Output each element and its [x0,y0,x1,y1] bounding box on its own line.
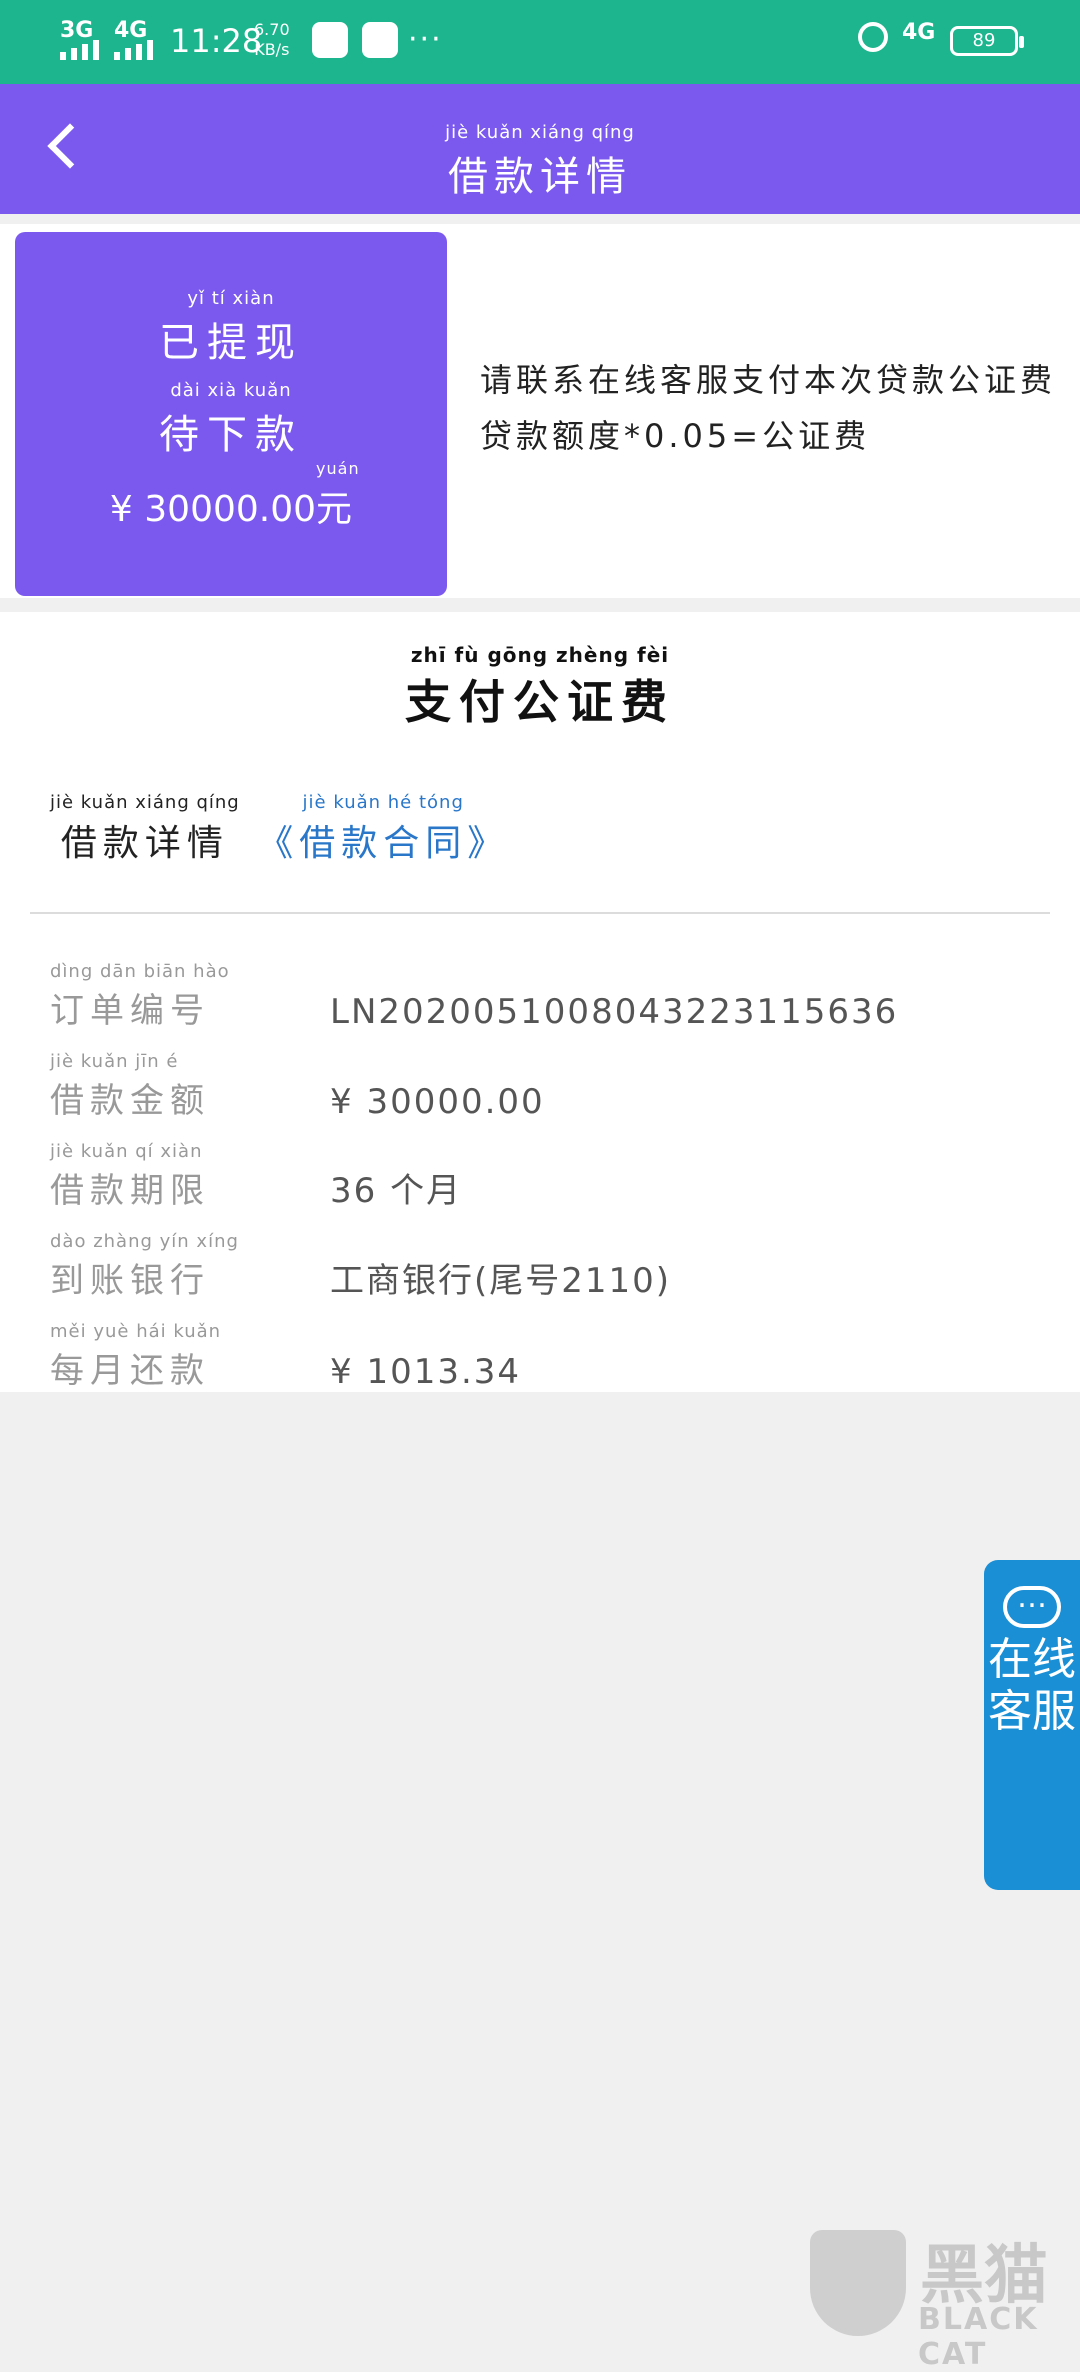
cat-shield-icon [810,2230,906,2336]
loan-detail-pinyin: jiè kuǎn xiáng qíng [50,792,240,813]
detail-label-pinyin: měi yuè hái kuǎn [50,1321,222,1342]
detail-row-loan-term: jiè kuǎn qí xiàn 借款期限 36 个月 [50,1132,462,1212]
contract-pinyin: jiè kuǎn hé tóng [302,792,464,813]
loan-amount-value: ¥ 30000.00 [109,489,317,530]
detail-label: jiè kuǎn qí xiàn 借款期限 [50,1141,330,1212]
app-header: jiè kuǎn xiáng qíng 借款详情 [0,84,1080,214]
pending-status-text: 待下款 [159,412,303,458]
detail-row-receiving-bank: dào zhàng yín xíng 到账银行 工商银行(尾号2110) [50,1222,671,1302]
detail-row-monthly-repayment: měi yuè hái kuǎn 每月还款 ¥ 1013.34 [50,1312,521,1392]
watermark: 黑猫 BLACK CAT [810,2230,1070,2372]
detail-label-pinyin: jiè kuǎn jīn é [50,1051,179,1072]
detail-value: ¥ 30000.00 [330,1082,545,1122]
withdrawn-status: yǐ tí xiàn 已提现 [15,288,447,368]
unit: 元 [316,489,353,530]
more-notifications-icon: ··· [408,22,443,57]
detail-label-text: 借款期限 [50,1171,210,1211]
network-type: 4G [902,20,936,45]
page-title: jiè kuǎn xiáng qíng 借款详情 [0,122,1080,202]
online-service-label-line2: 客服 [988,1686,1076,1737]
detail-label-pinyin: jiè kuǎn qí xiàn [50,1141,203,1162]
detail-label-text: 每月还款 [50,1351,210,1391]
pay-title-pinyin: zhī fù gōng zhèng fèi [410,643,670,667]
status-bar: 3G 4G 11:28 6.70 KB/s ··· 4G 89 [0,0,1080,84]
pay-notarization-fee-title: zhī fù gōng zhèng fèi 支付公证费 [0,644,1080,732]
detail-label: dào zhàng yín xíng 到账银行 [50,1231,330,1302]
page-title-text: 借款详情 [448,154,632,200]
detail-label-text: 到账银行 [50,1261,210,1301]
online-service-button[interactable]: 在线 客服 [984,1560,1080,1890]
loan-contract-link[interactable]: jiè kuǎn hé tóng 《借款合同》 [257,792,509,866]
divider [30,912,1050,914]
pending-status-pinyin: dài xià kuǎn [170,380,292,401]
flash-notification-icon [362,22,398,58]
alarm-icon [858,22,888,52]
detail-row-loan-amount: jiè kuǎn jīn é 借款金额 ¥ 30000.00 [50,1042,545,1122]
detail-value: 36 个月 [330,1171,463,1211]
payment-section: zhī fù gōng zhèng fèi 支付公证费 jiè kuǎn xiá… [0,612,1080,1392]
loan-detail-text: 借款详情 [60,823,229,864]
detail-label-pinyin: dào zhàng yín xíng [50,1231,239,1252]
detail-label: jiè kuǎn jīn é 借款金额 [50,1051,330,1122]
clock: 11:28 [170,22,263,60]
detail-value: 工商银行(尾号2110) [330,1261,672,1301]
detail-label: měi yuè hái kuǎn 每月还款 [50,1321,330,1392]
unit-pinyin: yuán [316,459,360,478]
chat-bubble-icon [1003,1580,1061,1628]
signal-bars-icon [114,40,153,60]
speed-unit: KB/s [254,40,290,59]
online-service-label: 在线 客服 [984,1634,1080,1738]
page-title-pinyin: jiè kuǎn xiáng qíng [445,122,635,143]
speed-value: 6.70 [254,20,290,39]
network-speed: 6.70 KB/s [254,20,290,60]
detail-row-order-number: dìng dān biān hào 订单编号 LN202005100804322… [50,952,898,1032]
loan-status-card: yǐ tí xiàn 已提现 dài xià kuǎn 待下款 ¥ 30000.… [15,232,447,596]
app-notification-icon [312,22,348,58]
detail-label: dìng dān biān hào 订单编号 [50,961,330,1032]
battery-icon: 89 [950,26,1024,56]
loan-detail-label: jiè kuǎn xiáng qíng 借款详情 [50,792,240,866]
withdrawn-status-text: 已提现 [159,320,303,366]
withdrawn-status-pinyin: yǐ tí xiàn [187,288,275,309]
watermark-en: BLACK CAT [918,2302,1039,2372]
detail-label-text: 订单编号 [50,991,210,1031]
detail-value: LN2020051008043223115636 [330,992,899,1032]
loan-amount: ¥ 30000.00 yuán 元 [15,459,447,532]
loan-status-area: yǐ tí xiàn 已提现 dài xià kuǎn 待下款 ¥ 30000.… [0,224,1080,598]
loan-detail-line: jiè kuǎn xiáng qíng 借款详情 jiè kuǎn hé tón… [50,792,509,866]
notarization-fee-notice: 请联系在线客服支付本次贷款公证费 贷款额度*0.05=公证费 [480,361,1057,455]
online-service-label-line1: 在线 [988,1634,1076,1685]
pending-disbursement-status: dài xià kuǎn 待下款 [15,380,447,460]
contract-text: 《借款合同》 [257,823,510,864]
detail-label-pinyin: dìng dān biān hào [50,961,230,982]
detail-value: ¥ 1013.34 [330,1352,522,1392]
detail-label-text: 借款金额 [50,1081,210,1121]
pay-title-text: 支付公证费 [405,675,675,729]
signal-bars-icon [60,40,99,60]
